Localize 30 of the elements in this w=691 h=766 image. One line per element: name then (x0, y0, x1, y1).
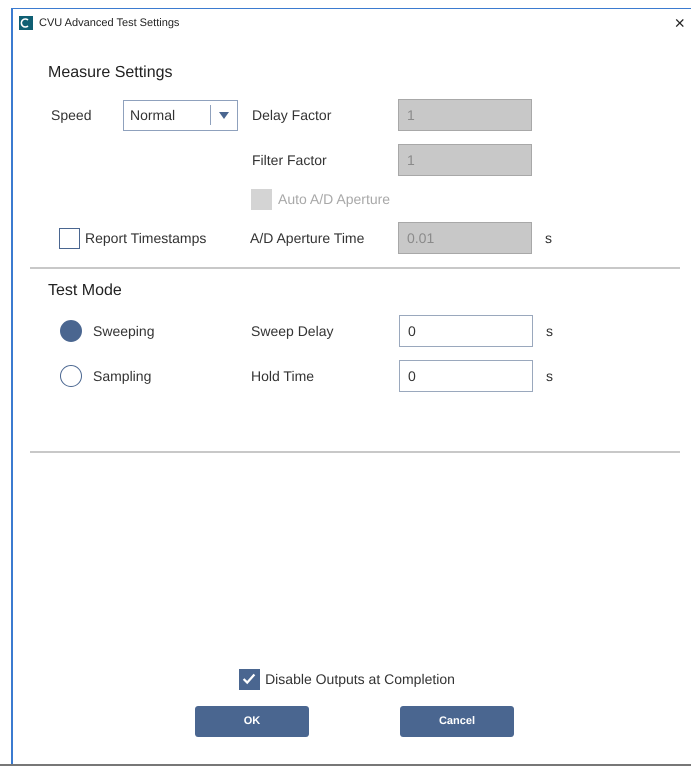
cancel-button[interactable]: Cancel (400, 706, 514, 737)
ok-button[interactable]: OK (195, 706, 309, 737)
radio-label: Sampling (93, 366, 152, 386)
checkbox-label: Auto A/D Aperture (278, 190, 390, 209)
speed-label: Speed (51, 106, 92, 125)
section-heading: Test Mode (48, 281, 123, 301)
number-field[interactable]: 0 (399, 360, 533, 392)
unit-label: s (546, 322, 553, 340)
radio-label: Sweeping (93, 322, 156, 341)
checkbox-label: Disable Outputs at Completion (265, 670, 455, 689)
field-label: A/D Aperture Time (250, 228, 366, 248)
radio-button[interactable] (60, 365, 82, 387)
number-field[interactable]: 0 (399, 315, 533, 347)
checkbox[interactable] (59, 228, 80, 248)
field-label: Hold Time (251, 366, 316, 386)
checkbox[interactable] (239, 668, 260, 690)
checkbox-label: Report Timestamps (85, 228, 208, 248)
window-title: CVU Advanced Test Settings (39, 16, 180, 31)
field-label: Sweep Delay (251, 322, 334, 341)
close-button[interactable]: × (674, 14, 685, 32)
app-logo-icon (19, 16, 33, 30)
check-icon (242, 673, 256, 684)
speed-dropdown[interactable]: Normal (123, 100, 238, 130)
unit-label: s (546, 366, 553, 386)
field-label: Filter Factor (252, 150, 328, 170)
unit-label: s (545, 228, 552, 248)
dropdown-arrow-icon (219, 112, 229, 118)
radio-button[interactable] (60, 320, 82, 342)
field-label: Delay Factor (252, 106, 332, 125)
section-heading: Measure Settings (48, 63, 174, 83)
